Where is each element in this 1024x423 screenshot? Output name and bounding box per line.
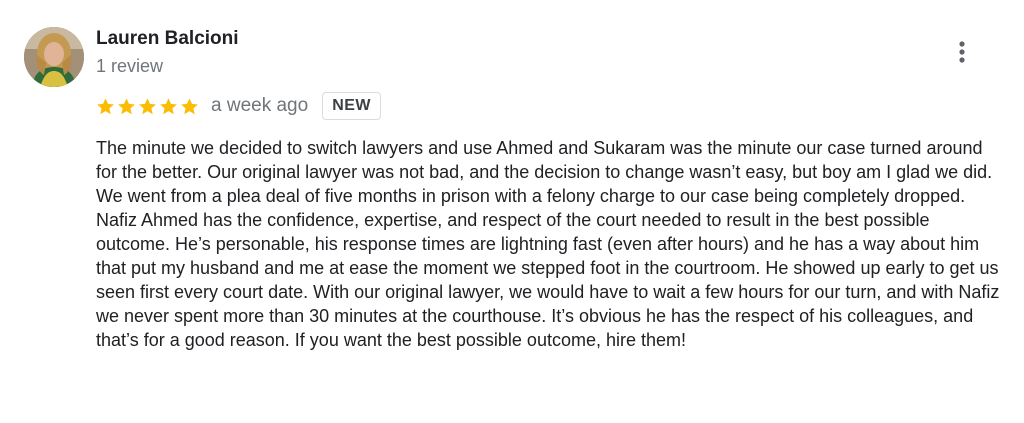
review-text: The minute we decided to switch lawyers … (96, 138, 1000, 350)
star-icon (118, 97, 135, 114)
more-options-button[interactable] (946, 36, 978, 68)
rating-row: a week ago NEW (96, 91, 382, 121)
author-name[interactable]: Lauren Balcioni (96, 27, 239, 51)
new-badge: NEW (322, 92, 382, 120)
avatar[interactable] (24, 27, 84, 87)
author-review-count: 1 review (96, 56, 164, 76)
star-icon (97, 97, 114, 114)
star-icon (160, 97, 177, 114)
review-date: a week ago (211, 95, 309, 116)
review-card: Lauren Balcioni 1 review a week ago NEW … (0, 0, 1024, 423)
more-vert-icon (959, 41, 965, 63)
star-icon (181, 97, 198, 114)
star-icon (139, 97, 156, 114)
star-rating (96, 97, 199, 116)
avatar-image (24, 27, 84, 87)
